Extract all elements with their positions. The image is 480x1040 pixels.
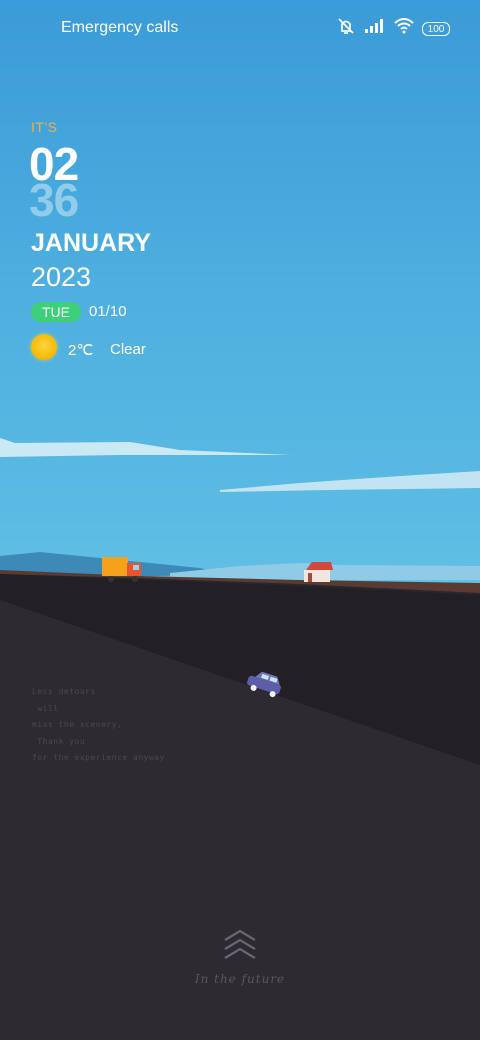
temperature-label: 2℃ [68, 342, 94, 359]
weather-condition: Clear [110, 341, 146, 358]
clock-hour: 02 [29, 138, 79, 190]
sun-icon [31, 334, 57, 360]
poem-line: for the experience anyway [32, 753, 165, 762]
footer-caption: In the future [194, 972, 286, 986]
lock-screen: Emergency calls 100 IT'S 36 02 JANUARY 2… [0, 0, 480, 1040]
month-label: JANUARY [31, 229, 151, 257]
cloud-streak [0, 438, 290, 457]
weekday-badge: TUE [31, 302, 81, 322]
chevrons-up-icon[interactable] [222, 928, 258, 967]
battery-icon: 100 [422, 21, 450, 36]
poem-text: Less detours will miss the scenery, Than… [32, 684, 165, 767]
poem-line: will [32, 703, 59, 713]
wifi-icon [394, 18, 414, 39]
mute-icon [336, 16, 356, 41]
status-bar: Emergency calls 100 [0, 0, 480, 56]
emergency-calls-label[interactable]: Emergency calls [61, 19, 178, 37]
cloud-streak [220, 471, 480, 492]
signal-icon [364, 18, 386, 39]
its-label: IT'S [31, 119, 58, 135]
poem-line: Less detours [32, 687, 96, 696]
status-icons: 100 [336, 16, 450, 41]
poem-line: miss the scenery, [32, 720, 123, 729]
poem-line: Thank you [32, 736, 86, 746]
year-label: 2023 [31, 262, 92, 292]
date-label: 01/10 [89, 303, 127, 320]
